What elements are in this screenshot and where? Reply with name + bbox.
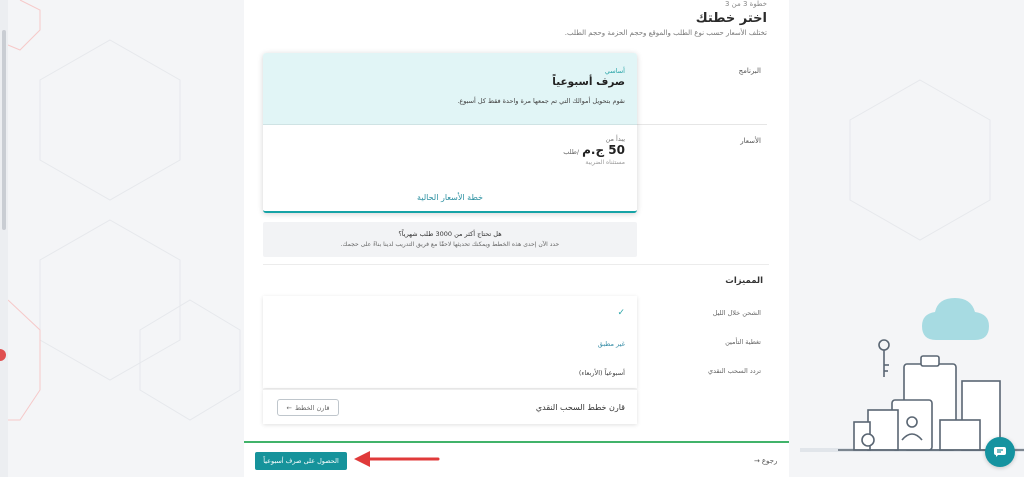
plan-card-header: أساسي صرف أسبوعياً نقوم بتحويل أموالك ال… — [263, 53, 637, 125]
get-weekly-payout-button[interactable]: الحصول على صرف أسبوعياً — [255, 452, 347, 470]
info-text: حدد الآن إحدى هذه الخطط ويمكنك تحديثها ل… — [340, 241, 560, 248]
compare-row: قارن خطط السحب النقدي قارن الخطط ← — [263, 389, 637, 424]
annotation-arrow-icon — [354, 451, 440, 467]
features-title: المميزات — [725, 276, 763, 286]
price-line: 50 ج.م /طلب — [563, 143, 625, 157]
row-divider — [637, 124, 767, 125]
high-volume-info: هل تحتاج أكثر من 3000 طلب شهرياً؟ حدد ال… — [263, 222, 637, 257]
back-link[interactable]: → رجوع — [754, 457, 777, 465]
back-label: رجوع — [761, 457, 778, 465]
plan-selection-panel: خطوة 3 من 3 اختر خطتك تختلف الأسعار حسب … — [244, 0, 789, 477]
cloud-icon — [922, 298, 989, 340]
insurance-value: غير مطبق — [597, 340, 625, 348]
delivery-illustration — [838, 298, 1024, 451]
chat-icon — [994, 447, 1006, 457]
compare-button-label: قارن الخطط — [294, 403, 330, 412]
program-label: البرنامج — [738, 67, 761, 75]
price-starts-from: يبدأ من — [605, 135, 625, 143]
feature-label-cash-frequency: تردد السحب النقدي — [707, 367, 761, 375]
feature-label-overnight: الشحن خلال الليل — [712, 309, 761, 317]
page-subtitle: تختلف الأسعار حسب نوع الطلب والموقع وحجم… — [564, 29, 767, 37]
cash-frequency-value: أسبوعياً (الأربعاء) — [578, 369, 625, 377]
page-title: اختر خطتك — [695, 11, 767, 26]
arrow-right-icon: → — [754, 457, 760, 465]
arrow-left-icon: ← — [286, 403, 292, 412]
tax-note: مستثناه الضريبة — [585, 159, 625, 166]
page-scrollbar[interactable] — [0, 0, 8, 477]
info-question: هل تحتاج أكثر من 3000 طلب شهرياً؟ — [398, 230, 502, 238]
plan-name: صرف أسبوعياً — [552, 76, 625, 88]
plan-price: 50 ج.م — [582, 143, 625, 157]
price-unit: /طلب — [563, 148, 580, 156]
plan-card[interactable]: أساسي صرف أسبوعياً نقوم بتحويل أموالك ال… — [263, 53, 637, 213]
compare-label: قارن خطط السحب النقدي — [535, 403, 625, 412]
chat-support-button[interactable] — [985, 437, 1015, 467]
features-card: ✓ غير مطبق أسبوعياً (الأربعاء) — [263, 296, 637, 388]
boxes-and-truck-icon — [838, 339, 1024, 451]
plan-tag: أساسي — [604, 67, 625, 75]
feature-label-insurance: تغطية التأمين — [725, 338, 761, 346]
section-divider — [263, 264, 769, 265]
step-indicator: خطوة 3 من 3 — [724, 0, 767, 8]
footer-bar: → رجوع الحصول على صرف أسبوعياً — [244, 441, 789, 477]
scrollbar-thumb[interactable] — [2, 30, 6, 230]
plan-description: نقوم بتحويل أموالك التي تم جمعها مرة واح… — [457, 97, 625, 105]
prices-label: الأسعار — [740, 137, 761, 145]
compare-plans-button[interactable]: قارن الخطط ← — [277, 399, 339, 416]
check-icon: ✓ — [617, 308, 625, 318]
current-prices-link[interactable]: خطة الأسعار الحالية — [263, 193, 637, 202]
